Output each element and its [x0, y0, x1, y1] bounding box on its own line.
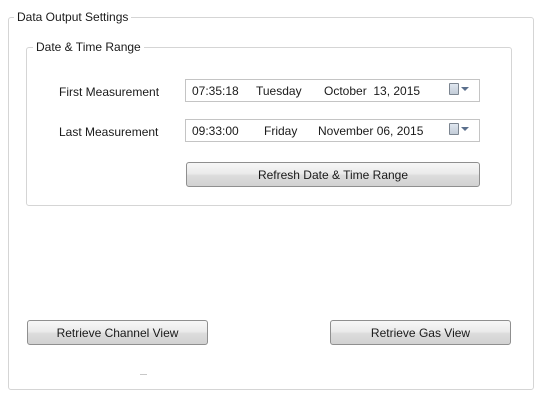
last-measurement-label: Last Measurement: [59, 125, 159, 139]
retrieve-channel-view-button[interactable]: Retrieve Channel View: [27, 320, 208, 345]
refresh-date-time-range-button[interactable]: Refresh Date & Time Range: [186, 162, 480, 187]
first-measurement-dropdown-button[interactable]: [449, 83, 469, 95]
chevron-down-icon: [461, 87, 469, 91]
first-measurement-picker[interactable]: 07:35:18 Tuesday October 13, 2015: [185, 79, 480, 102]
first-measurement-weekday[interactable]: Tuesday: [256, 84, 302, 98]
resize-grip-mark: [140, 374, 147, 375]
last-measurement-dropdown-button[interactable]: [449, 123, 469, 135]
last-measurement-date[interactable]: November 06, 2015: [318, 124, 423, 138]
last-measurement-time[interactable]: 09:33:00: [192, 124, 239, 138]
data-output-settings-title: Data Output Settings: [14, 10, 132, 24]
last-measurement-picker[interactable]: 09:33:00 Friday November 06, 2015: [185, 119, 480, 142]
calendar-icon: [449, 123, 459, 135]
date-time-range-title: Date & Time Range: [33, 40, 144, 54]
retrieve-gas-view-button[interactable]: Retrieve Gas View: [330, 320, 511, 345]
first-measurement-date[interactable]: October 13, 2015: [324, 84, 420, 98]
last-measurement-weekday[interactable]: Friday: [264, 124, 297, 138]
chevron-down-icon: [461, 127, 469, 131]
calendar-icon: [449, 83, 459, 95]
first-measurement-label: First Measurement: [59, 85, 160, 99]
first-measurement-time[interactable]: 07:35:18: [192, 84, 239, 98]
